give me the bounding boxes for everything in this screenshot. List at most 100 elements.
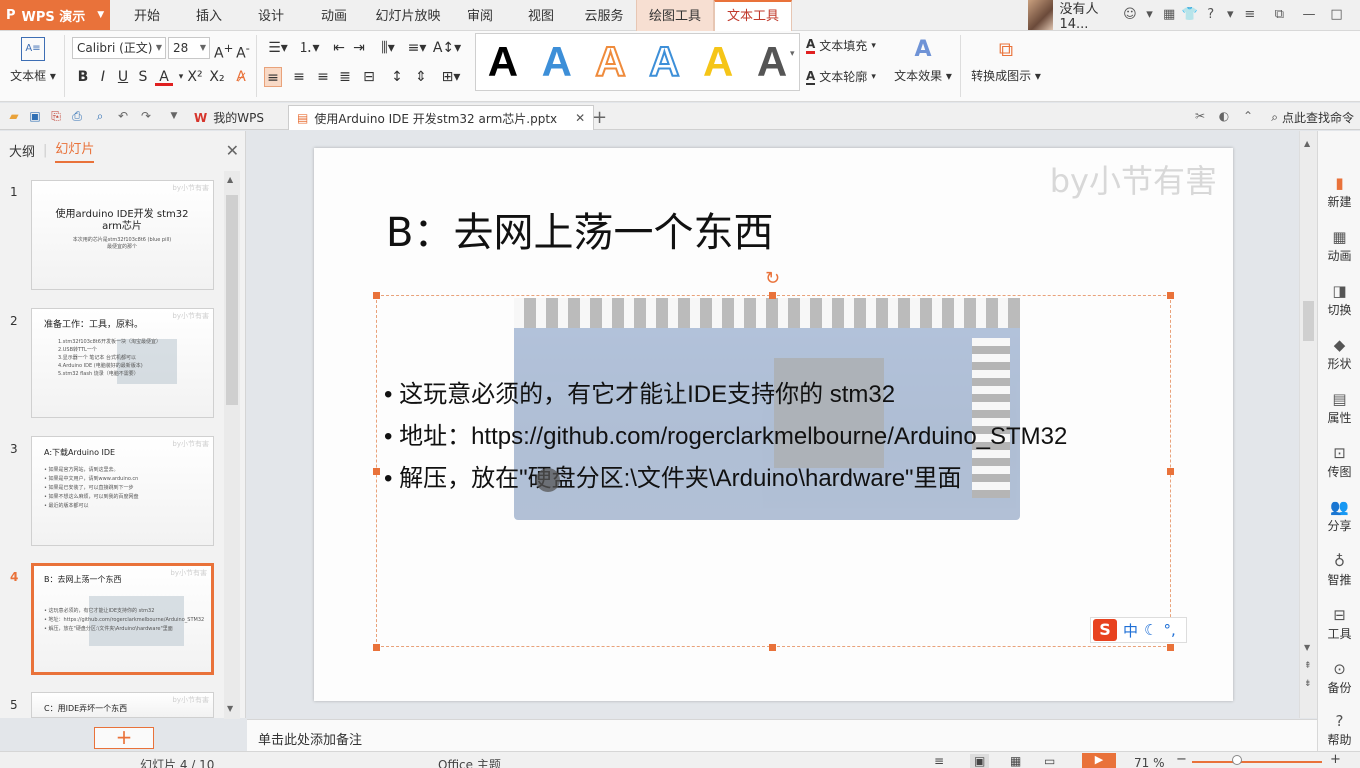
tab-text-tools[interactable]: 文本工具 <box>714 0 792 31</box>
tab-design[interactable]: 设计 <box>242 0 300 31</box>
prev-slide-icon[interactable]: ⇞ <box>1304 661 1312 671</box>
slide-title[interactable]: B：去网上荡一个东西 <box>386 200 773 258</box>
align-center-icon[interactable]: ≡ <box>290 67 308 87</box>
thumbnail-scrollbar[interactable]: ▲ ▼ <box>224 171 240 719</box>
notes-view-icon[interactable]: ≡ <box>934 754 944 768</box>
tab-slides[interactable]: 幻灯片 <box>55 138 95 163</box>
text-effect-button[interactable]: A 文本效果 ▾ <box>892 37 954 84</box>
tab-drawing-tools[interactable]: 绘图工具 <box>636 0 714 31</box>
align-left-icon[interactable]: ≡ <box>264 67 282 87</box>
reading-view-icon[interactable]: ▭ <box>1044 754 1055 768</box>
tab-insert[interactable]: 插入 <box>180 0 238 31</box>
add-slide-button[interactable]: + <box>94 727 154 749</box>
zoom-out-icon[interactable]: − <box>1176 752 1187 767</box>
tab-view[interactable]: 视图 <box>512 0 570 31</box>
save-icon[interactable]: ▣ <box>27 108 43 124</box>
grid-icon[interactable]: ▦ <box>1162 7 1176 23</box>
scroll-down-icon[interactable]: ▼ <box>1304 643 1310 652</box>
numbered-list-icon[interactable]: ⒈▾ <box>296 38 322 58</box>
resize-handle[interactable] <box>373 292 380 299</box>
chevron-down-icon[interactable]: ▾ <box>1223 7 1237 23</box>
sidebar-share[interactable]: 👥 分享 <box>1318 495 1360 549</box>
punctuation-icon[interactable]: °, <box>1163 621 1175 639</box>
next-slide-icon[interactable]: ⇟ <box>1304 679 1312 689</box>
align-text-icon[interactable]: ≡▾ <box>404 38 430 58</box>
font-size-select[interactable]: 28 ▼ <box>168 37 210 59</box>
slide-thumbnail-2[interactable]: by小节有害 准备工作：工具，原料。 1.stm32f103c8t6开发板一块（… <box>31 308 214 418</box>
paragraph-spacing-icon[interactable]: ⇕ <box>412 67 430 87</box>
increase-indent-icon[interactable]: ⇥ <box>350 38 368 58</box>
maximize-icon[interactable]: □ <box>1330 7 1344 23</box>
slide-sorter-icon[interactable]: ▦ <box>1010 754 1021 768</box>
tab-slideshow[interactable]: 幻灯片放映 <box>368 0 448 31</box>
justify-icon[interactable]: ≣ <box>336 67 354 87</box>
tab-review[interactable]: 审阅 <box>452 0 508 31</box>
skin-icon[interactable]: ✂ <box>1192 108 1208 124</box>
chevron-down-icon[interactable]: ▾ <box>1143 7 1157 23</box>
restore-window-icon[interactable]: ⧉ <box>1273 7 1287 23</box>
text-fill-button[interactable]: A 文本填充 ▾ <box>806 37 876 54</box>
emoji-icon[interactable]: ☺ <box>1123 7 1137 23</box>
textbox-button[interactable]: A≡ 文本框 ▾ <box>8 37 58 84</box>
font-name-select[interactable]: Calibri (正文) ▼ <box>72 37 166 59</box>
scroll-up-icon[interactable]: ▲ <box>1304 139 1310 148</box>
moon-icon[interactable]: ☾ <box>1144 621 1157 639</box>
font-color-icon[interactable]: A <box>155 67 173 86</box>
scroll-down-icon[interactable]: ▼ <box>227 704 233 713</box>
tab-cloud[interactable]: 云服务 <box>574 0 634 31</box>
tab-document[interactable]: ▤ 使用Arduino IDE 开发stm32 arm芯片.pptx ✕ <box>288 105 595 130</box>
print-preview-icon[interactable]: ⌕ <box>92 108 108 124</box>
slide-thumbnail-5[interactable]: by小节有害 C：用IDE弄坏一个东西 <box>31 692 214 718</box>
zoom-slider-handle[interactable] <box>1232 755 1242 765</box>
username[interactable]: 没有人14... <box>1059 0 1117 32</box>
sidebar-shapes[interactable]: ◆ 形状 <box>1318 333 1360 387</box>
slide-thumbnail-4[interactable]: by小节有害 B：去网上荡一个东西 • 这玩意必须的，有它才能让IDE支持你的 … <box>31 563 214 675</box>
minimize-icon[interactable]: — <box>1302 7 1316 23</box>
distribute-icon[interactable]: ⊟ <box>360 67 378 87</box>
text-outline-button[interactable]: A 文本轮廓 ▾ <box>806 68 876 85</box>
scroll-thumb[interactable] <box>1303 301 1314 341</box>
tab-my-wps[interactable]: W 我的WPS <box>186 105 272 130</box>
clear-format-icon[interactable]: A̷ <box>232 67 250 87</box>
decrease-font-icon[interactable]: A- <box>234 38 252 62</box>
print-icon[interactable]: ⎙ <box>69 108 85 124</box>
italic-icon[interactable]: I <box>94 67 112 87</box>
notes-pane[interactable]: 单击此处添加备注 <box>247 719 1317 751</box>
customize-toolbar-icon[interactable]: ▼ <box>166 108 182 124</box>
ime-mode[interactable]: 中 <box>1123 620 1138 641</box>
ime-toolbar[interactable]: S 中 ☾ °, <box>1090 617 1187 643</box>
open-folder-icon[interactable]: ▰ <box>6 108 22 124</box>
sidebar-tools[interactable]: ⊟ 工具 <box>1318 603 1360 657</box>
resize-handle[interactable] <box>1167 468 1174 475</box>
subscript-icon[interactable]: X₂ <box>208 67 226 87</box>
bullet-list-icon[interactable]: ☰▾ <box>264 38 292 58</box>
zoom-slider[interactable] <box>1192 761 1322 763</box>
decrease-indent-icon[interactable]: ⇤ <box>330 38 348 58</box>
tab-animation[interactable]: 动画 <box>304 0 364 31</box>
tab-home[interactable]: 开始 <box>118 0 176 31</box>
collab-icon[interactable]: ◐ <box>1216 108 1232 124</box>
sidebar-properties[interactable]: ▤ 属性 <box>1318 387 1360 441</box>
scroll-up-icon[interactable]: ▲ <box>227 175 233 184</box>
sidebar-animation[interactable]: ▦ 动画 <box>1318 225 1360 279</box>
sidebar-backup[interactable]: ⊙ 备份 <box>1318 657 1360 711</box>
resize-handle[interactable] <box>769 644 776 651</box>
text-style-preset-3[interactable]: A <box>594 33 626 91</box>
resize-handle[interactable] <box>1167 644 1174 651</box>
collapse-ribbon-icon[interactable]: ⌃ <box>1240 108 1256 124</box>
canvas-scrollbar[interactable]: ▲ ▼ ⇞ ⇟ <box>1299 131 1317 718</box>
text-direction-icon[interactable]: ⫼▾ <box>374 38 402 58</box>
increase-font-icon[interactable]: A+ <box>214 38 233 62</box>
zoom-in-icon[interactable]: + <box>1330 752 1341 767</box>
text-style-preset-4[interactable]: A <box>648 33 680 91</box>
export-pdf-icon[interactable]: ⎘ <box>48 108 64 124</box>
resize-handle[interactable] <box>373 468 380 475</box>
bullet-list[interactable]: • 这玩意必须的，有它才能让IDE支持你的 stm32 • 地址：https:/… <box>384 374 1067 500</box>
gallery-more-icon[interactable]: ▾ <box>790 49 795 59</box>
underline-icon[interactable]: U <box>114 67 132 87</box>
convert-to-diagram-button[interactable]: ⧉ 转换成图示 ▾ <box>970 37 1042 84</box>
redo-icon[interactable]: ↷ <box>138 108 154 124</box>
text-style-preset-5[interactable]: A <box>703 33 733 91</box>
resize-handle[interactable] <box>769 292 776 299</box>
columns-icon[interactable]: ⊞▾ <box>438 67 464 87</box>
